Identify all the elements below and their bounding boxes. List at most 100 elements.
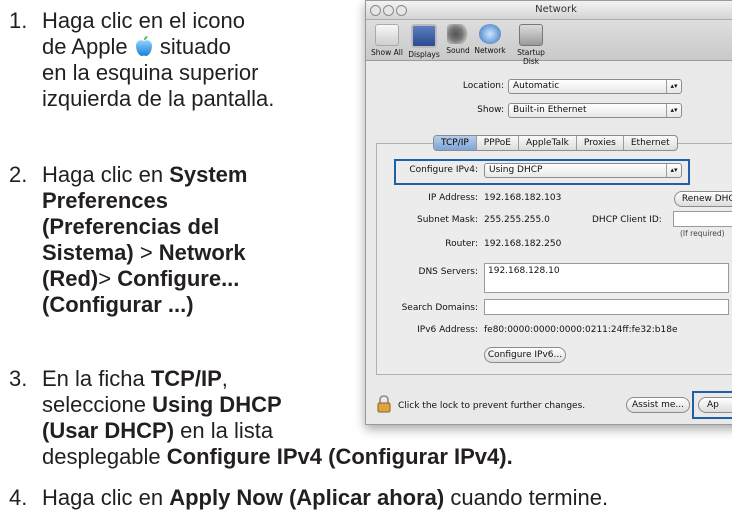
apple-icon <box>134 35 154 57</box>
show-select[interactable]: Built-in Ethernet ▴▾ <box>508 103 682 118</box>
dhcp-client-id-label: DHCP Client ID: <box>592 215 662 225</box>
search-domains-label: Search Domains: <box>401 303 478 313</box>
step-3-line-2b: Using DHCP <box>152 392 282 417</box>
configure-ipv6-button[interactable]: Configure IPv6... <box>484 347 566 363</box>
step-3-line-3: (Usar DHCP) en la lista <box>42 418 282 444</box>
step-2-line-1a: Haga clic en <box>42 162 170 187</box>
step-1-line-3: en la esquina superior <box>42 60 259 85</box>
updown-arrows-icon: ▴▾ <box>666 164 681 177</box>
network-window: Network Show All Displays Sound Network … <box>365 0 732 425</box>
location-label: Location: <box>462 81 504 91</box>
step-4-text: Haga clic en Apply Now (Aplicar ahora) c… <box>42 485 608 511</box>
toolbar-displays[interactable]: Displays <box>406 24 442 59</box>
window-titlebar: Network <box>366 1 732 20</box>
step-1-line-1: Haga clic en el icono <box>42 8 246 33</box>
toolbar-show-all-label: Show All <box>371 48 403 57</box>
configure-ipv4-label: Configure IPv4: <box>409 165 478 175</box>
ip-address-label: IP Address: <box>428 193 478 203</box>
toolbar-show-all[interactable]: Show All <box>370 24 404 57</box>
step-3-line-1b: TCP/IP <box>150 366 222 391</box>
lock-icon[interactable] <box>376 395 392 413</box>
toolbar-network[interactable]: Network <box>472 24 508 55</box>
step-2-line-5b: > <box>98 266 118 291</box>
configure-ipv4-value: Using DHCP <box>489 165 543 175</box>
step-2-text: Haga clic en System Preferences (Prefere… <box>42 162 247 318</box>
show-all-icon <box>375 24 399 46</box>
sound-icon <box>447 24 469 44</box>
step-1-line-4: izquierda de la pantalla. <box>42 86 275 111</box>
network-icon <box>479 24 501 44</box>
step-2-line-4a: Sistema) <box>42 240 134 265</box>
toolbar-startup-disk-label: Startup Disk <box>517 48 545 66</box>
step-4-text-c: cuando termine. <box>444 485 609 510</box>
router-value: 192.168.182.250 <box>484 239 562 249</box>
show-label: Show: <box>477 105 504 115</box>
step-3-text: En la ficha TCP/IP, seleccione Using DHC… <box>42 366 282 444</box>
router-label: Router: <box>445 239 478 249</box>
window-toolbar: Show All Displays Sound Network Startup … <box>366 20 732 66</box>
renew-dhcp-button[interactable]: Renew DHCP <box>674 191 732 207</box>
step-4-number: 4. <box>9 485 28 510</box>
step-3-number: 3. <box>9 366 28 391</box>
step-3-line-4: desplegable Configure IPv4 (Configurar I… <box>42 444 513 470</box>
step-2-line-4b: > <box>133 240 159 265</box>
step-1-text: Haga clic en el icono de Apple situado e… <box>42 8 274 112</box>
subnet-mask-value: 255.255.255.0 <box>484 215 550 225</box>
step-2-number: 2. <box>9 162 28 187</box>
tab-proxies[interactable]: Proxies <box>577 136 624 150</box>
step-4-text-a: Haga clic en <box>42 485 170 510</box>
step-2-line-6: (Configurar ...) <box>42 292 194 317</box>
ip-address-value: 192.168.182.103 <box>484 193 562 203</box>
tab-tcp-ip[interactable]: TCP/IP <box>434 136 477 150</box>
lock-text: Click the lock to prevent further change… <box>398 401 586 411</box>
dns-servers-label: DNS Servers: <box>418 267 478 277</box>
step-1-line-2b: situado <box>159 34 231 59</box>
dns-servers-value: 192.168.128.10 <box>488 266 560 276</box>
step-2-line-5a: (Red) <box>42 266 99 291</box>
step-3-line-1c: , <box>221 366 228 391</box>
displays-icon <box>411 24 437 48</box>
step-2-line-1: Haga clic en System <box>42 162 247 188</box>
step-2-line-1b: System <box>169 162 248 187</box>
configure-ipv4-select[interactable]: Using DHCP ▴▾ <box>484 163 682 178</box>
step-3-line-3a: (Usar DHCP) <box>42 418 175 443</box>
dns-servers-field[interactable]: 192.168.128.10 <box>484 263 729 293</box>
search-domains-field[interactable] <box>484 299 729 315</box>
tab-bar: TCP/IP PPPoE AppleTalk Proxies Ethernet <box>433 135 678 151</box>
step-4-text-b: Apply Now (Aplicar ahora) <box>169 485 445 510</box>
step-1-line-2a: de Apple <box>42 34 128 59</box>
step-3-line-2: seleccione Using DHCP <box>42 392 282 418</box>
apply-now-button[interactable]: Ap <box>698 397 732 413</box>
step-3-line-1a: En la ficha <box>42 366 151 391</box>
step-2-line-4c: Network <box>158 240 246 265</box>
toolbar-sound[interactable]: Sound <box>444 24 472 55</box>
tab-appletalk[interactable]: AppleTalk <box>519 136 577 150</box>
step-2-line-3: (Preferencias del <box>42 214 220 239</box>
step-2-line-2: Preferences <box>42 188 168 213</box>
step-2-line-5: (Red)> Configure... <box>42 266 247 292</box>
assist-me-button[interactable]: Assist me... <box>626 397 690 413</box>
dhcp-client-id-field[interactable] <box>673 211 732 227</box>
location-select[interactable]: Automatic ▴▾ <box>508 79 682 94</box>
step-3-line-2a: seleccione <box>42 392 153 417</box>
toolbar-sound-label: Sound <box>446 46 470 55</box>
subnet-mask-label: Subnet Mask: <box>417 215 478 225</box>
step-1-number: 1. <box>9 8 28 33</box>
show-value: Built-in Ethernet <box>513 105 587 115</box>
step-3-line-1: En la ficha TCP/IP, <box>42 366 282 392</box>
tab-pppoe[interactable]: PPPoE <box>477 136 519 150</box>
step-1-line-2: de Apple situado <box>42 34 274 60</box>
ipv6-address-value: fe80:0000:0000:0000:0211:24ff:fe32:b18e <box>484 325 678 335</box>
step-3-line-4a: desplegable <box>42 444 167 469</box>
updown-arrows-icon: ▴▾ <box>666 80 681 93</box>
window-title: Network <box>535 4 577 15</box>
step-2-line-4: Sistema) > Network <box>42 240 247 266</box>
updown-arrows-icon: ▴▾ <box>666 104 681 117</box>
step-3-line-4b: Configure IPv4 (Configurar IPv4). <box>166 444 513 469</box>
ipv6-address-label: IPv6 Address: <box>417 325 478 335</box>
toolbar-displays-label: Displays <box>408 50 440 59</box>
location-value: Automatic <box>513 81 560 91</box>
toolbar-startup-disk[interactable]: Startup Disk <box>508 24 554 66</box>
tab-ethernet[interactable]: Ethernet <box>624 136 677 150</box>
step-2-line-5c: Configure... <box>117 266 240 291</box>
